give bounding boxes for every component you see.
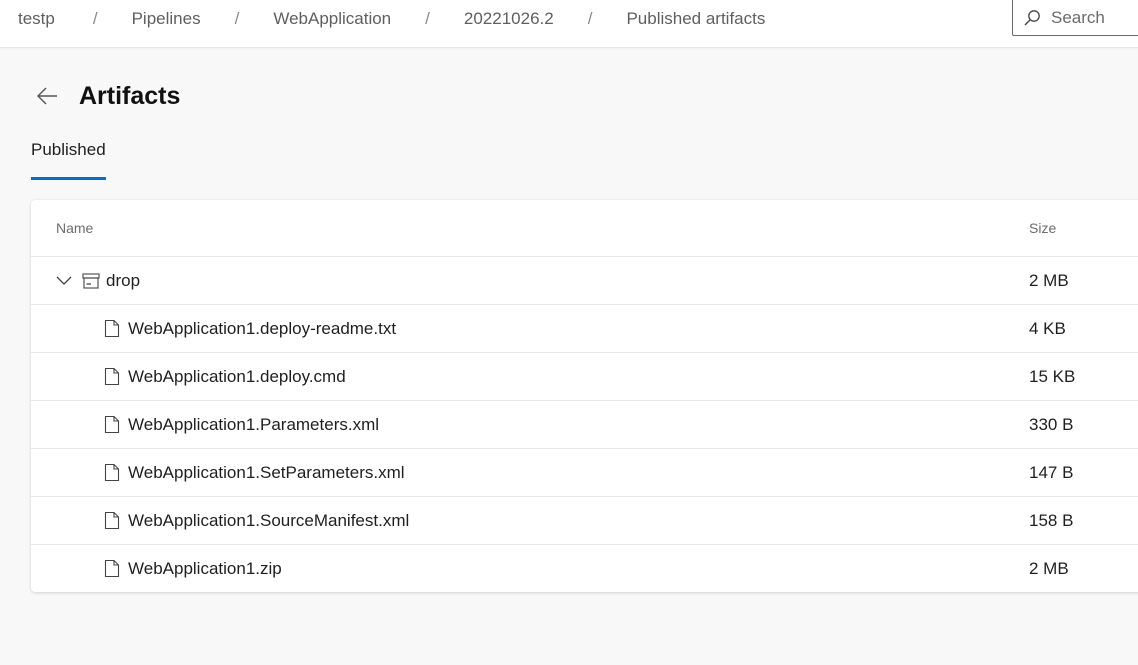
- file-name-cell: WebApplication1.deploy.cmd: [56, 367, 346, 387]
- file-icon: [104, 463, 120, 482]
- breadcrumb: testp / Pipelines / WebApplication / 202…: [18, 0, 765, 38]
- folder-row-drop[interactable]: drop 2 MB: [31, 256, 1138, 304]
- file-name-cell: WebApplication1.SourceManifest.xml: [56, 511, 409, 531]
- search-icon: [1023, 9, 1051, 27]
- file-name-cell: WebApplication1.SetParameters.xml: [56, 463, 405, 483]
- file-name[interactable]: WebApplication1.SourceManifest.xml: [128, 511, 409, 531]
- breadcrumb-pipeline[interactable]: WebApplication: [273, 9, 391, 29]
- file-name-cell: WebApplication1.deploy-readme.txt: [56, 319, 396, 339]
- file-size: 2 MB: [1029, 558, 1069, 578]
- back-arrow-icon: [36, 87, 58, 105]
- breadcrumb-separator: /: [587, 9, 593, 28]
- folder-size: 2 MB: [1029, 270, 1069, 290]
- search-box[interactable]: Search: [1012, 0, 1138, 36]
- file-icon: [104, 559, 120, 578]
- file-row[interactable]: WebApplication1.SetParameters.xml 147 B: [31, 448, 1138, 496]
- table-header: Name Size: [31, 200, 1138, 256]
- breadcrumb-project[interactable]: testp: [18, 9, 55, 29]
- chevron-down-icon[interactable]: [56, 272, 74, 290]
- folder-name-cell: drop: [56, 271, 140, 291]
- top-bar: testp / Pipelines / WebApplication / 202…: [0, 0, 1138, 48]
- file-icon: [104, 367, 120, 386]
- page-header: Artifacts: [31, 80, 180, 112]
- breadcrumb-current[interactable]: Published artifacts: [626, 9, 765, 29]
- artifacts-table: Name Size drop 2 MB WebApplication1.depl…: [31, 200, 1138, 592]
- tab-published[interactable]: Published: [31, 140, 106, 180]
- file-name[interactable]: WebApplication1.deploy-readme.txt: [128, 319, 396, 339]
- file-name-cell: WebApplication1.Parameters.xml: [56, 415, 379, 435]
- file-name[interactable]: WebApplication1.SetParameters.xml: [128, 463, 405, 483]
- file-name[interactable]: WebApplication1.Parameters.xml: [128, 415, 379, 435]
- breadcrumb-run[interactable]: 20221026.2: [464, 9, 554, 29]
- file-name-cell: WebApplication1.zip: [56, 559, 282, 579]
- back-button[interactable]: [31, 80, 63, 112]
- breadcrumb-separator: /: [234, 9, 240, 28]
- file-icon: [104, 415, 120, 434]
- file-row[interactable]: WebApplication1.Parameters.xml 330 B: [31, 400, 1138, 448]
- file-row[interactable]: WebApplication1.zip 2 MB: [31, 544, 1138, 592]
- search-placeholder: Search: [1051, 7, 1105, 27]
- breadcrumb-pipelines[interactable]: Pipelines: [132, 9, 201, 29]
- page-title: Artifacts: [79, 81, 181, 110]
- file-name[interactable]: WebApplication1.deploy.cmd: [128, 367, 346, 387]
- file-size: 147 B: [1029, 462, 1074, 482]
- file-row[interactable]: WebApplication1.deploy.cmd 15 KB: [31, 352, 1138, 400]
- file-row[interactable]: WebApplication1.deploy-readme.txt 4 KB: [31, 304, 1138, 352]
- column-header-name[interactable]: Name: [56, 220, 93, 236]
- folder-name: drop: [106, 270, 141, 290]
- artifact-folder-icon: [82, 272, 100, 289]
- column-header-size[interactable]: Size: [1029, 220, 1056, 236]
- file-icon: [104, 319, 120, 338]
- file-icon: [104, 511, 120, 530]
- breadcrumb-separator: /: [425, 9, 430, 28]
- file-size: 4 KB: [1029, 318, 1066, 338]
- file-size: 158 B: [1029, 510, 1074, 530]
- file-size: 15 KB: [1029, 366, 1076, 386]
- file-size: 330 B: [1029, 414, 1074, 434]
- breadcrumb-separator: /: [92, 9, 98, 28]
- file-name[interactable]: WebApplication1.zip: [128, 559, 282, 579]
- file-row[interactable]: WebApplication1.SourceManifest.xml 158 B: [31, 496, 1138, 544]
